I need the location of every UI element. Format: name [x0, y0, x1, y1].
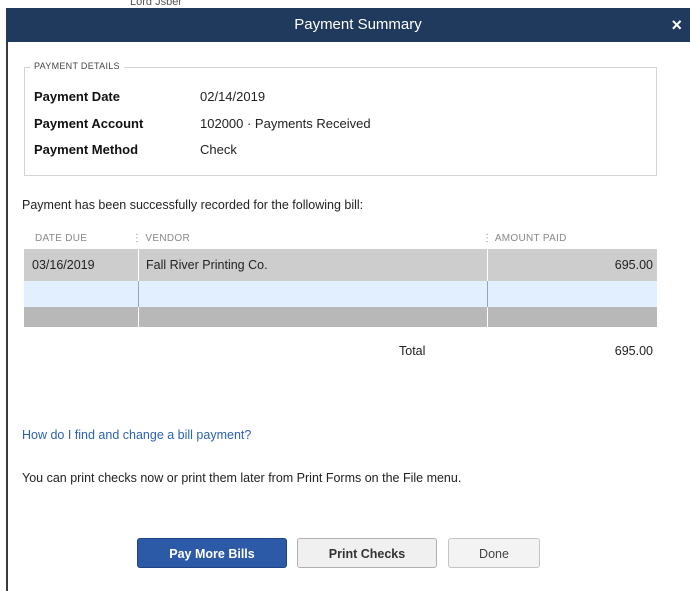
dialog-titlebar: Payment Summary × [6, 8, 690, 42]
total-label: Total [399, 344, 426, 358]
payment-account-label: Payment Account [34, 116, 144, 131]
column-divider [138, 249, 139, 281]
total-value: 695.00 [614, 344, 653, 358]
column-divider [487, 307, 488, 327]
table-row[interactable]: 03/16/2019 Fall River Printing Co. 695.0… [24, 249, 657, 281]
done-button[interactable]: Done [448, 538, 540, 568]
column-header-amount-paid[interactable]: ⋮ AMOUNT PAID [482, 233, 567, 244]
column-divider [487, 281, 488, 307]
amount-paid-cell: 695.00 [614, 258, 653, 272]
payment-method-label: Payment Method [34, 142, 139, 157]
column-header-vendor[interactable]: ⋮ VENDOR [132, 233, 190, 244]
payment-date-value: 02/14/2019 [200, 89, 266, 104]
bills-table: DATE DUE ⋮ VENDOR ⋮ AMOUNT PAID 03/16/20… [24, 227, 657, 327]
date-due-cell: 03/16/2019 [32, 258, 95, 272]
table-header: DATE DUE ⋮ VENDOR ⋮ AMOUNT PAID [24, 227, 657, 249]
table-row-empty[interactable] [24, 281, 657, 307]
print-checks-note: You can print checks now or print them l… [22, 471, 462, 485]
column-divider [138, 307, 139, 327]
column-divider [487, 249, 488, 281]
close-icon[interactable]: × [671, 8, 682, 42]
table-row-empty[interactable] [24, 307, 657, 327]
bill-payment-help-link[interactable]: How do I find and change a bill payment? [22, 428, 251, 442]
dialog-title: Payment Summary [294, 16, 422, 33]
dialog-left-border [6, 42, 8, 591]
success-message: Payment has been successfully recorded f… [22, 198, 364, 212]
column-header-date-due[interactable]: DATE DUE [35, 233, 87, 244]
column-divider [138, 281, 139, 307]
vendor-cell: Fall River Printing Co. [146, 258, 268, 272]
background-window-text: Lord Jsber [130, 0, 182, 8]
payment-account-value: 102000 · Payments Received [200, 116, 371, 131]
vendor-header-text: VENDOR [145, 233, 190, 244]
payment-method-value: Check [200, 142, 237, 157]
print-checks-button[interactable]: Print Checks [297, 538, 437, 568]
payment-date-label: Payment Date [34, 89, 120, 104]
amount-header-text: AMOUNT PAID [494, 233, 567, 244]
pay-more-bills-button[interactable]: Pay More Bills [137, 538, 287, 568]
payment-details-legend: PAYMENT DETAILS [30, 61, 124, 71]
